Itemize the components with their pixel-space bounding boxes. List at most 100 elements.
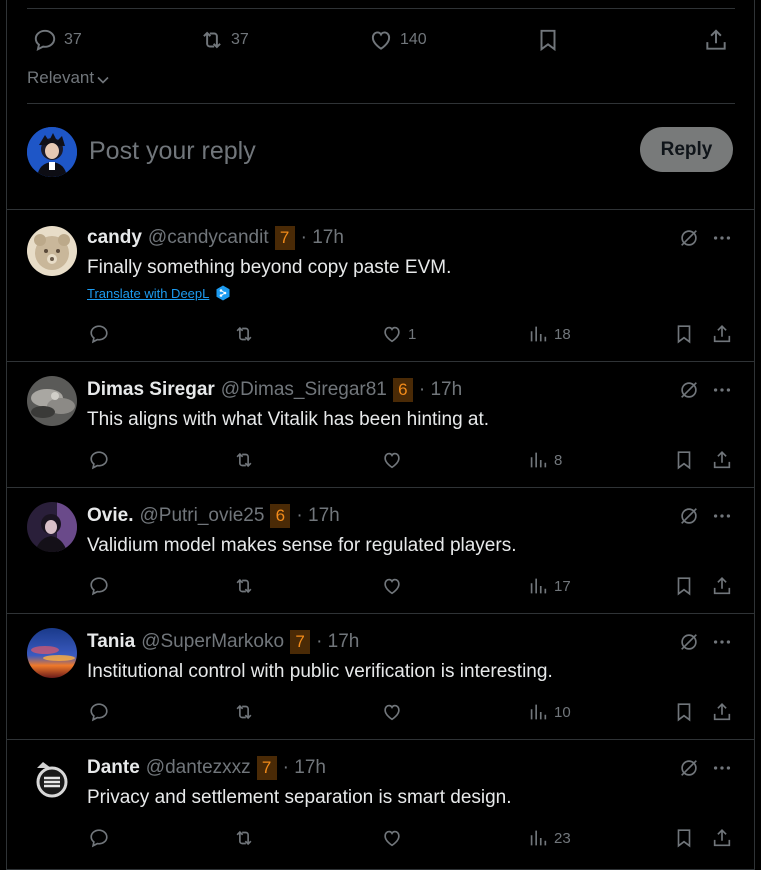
retweet-action[interactable] (233, 699, 255, 725)
retweet-action[interactable] (233, 447, 255, 473)
avatar[interactable] (27, 628, 77, 678)
more-options-icon[interactable] (711, 379, 733, 401)
reply-input[interactable] (89, 133, 609, 169)
more-options-icon[interactable] (711, 505, 733, 527)
like-action[interactable] (381, 573, 408, 599)
bookmark-action[interactable] (673, 321, 695, 347)
reply-text: Finally something beyond copy paste EVM. (87, 257, 452, 278)
reply-item[interactable]: Tania @SuperMarkoko 7 · 17h Institutiona… (6, 614, 755, 740)
retweet-action[interactable] (233, 573, 255, 599)
views-action[interactable]: 23 (527, 825, 571, 851)
share-icon (713, 577, 731, 595)
reply-action-bar: 23 (87, 825, 735, 851)
view-count: 18 (554, 325, 571, 343)
views-action[interactable]: 18 (527, 321, 571, 347)
reply-header: Dimas Siregar @Dimas_Siregar81 6 · 17h (87, 378, 462, 402)
share-action[interactable] (711, 573, 733, 599)
retweet-action[interactable] (233, 825, 255, 851)
user-handle[interactable]: @candycandit (148, 227, 269, 249)
reply-action[interactable] (88, 321, 110, 347)
retweet-icon (236, 326, 252, 342)
display-name[interactable]: Dimas Siregar (87, 379, 215, 401)
timestamp[interactable]: · 17h (296, 505, 339, 527)
timestamp[interactable]: · 17h (419, 379, 462, 401)
avatar[interactable] (27, 502, 77, 552)
reply-item[interactable]: Ovie. @Putri_ovie25 6 · 17h Validium mod… (6, 488, 755, 614)
retweet-action[interactable] (233, 321, 255, 347)
display-name[interactable]: Ovie. (87, 505, 133, 527)
reply-icon (90, 577, 108, 596)
like-action[interactable]: 140 (368, 24, 427, 56)
views-action[interactable]: 17 (527, 573, 571, 599)
like-action[interactable] (381, 825, 408, 851)
avatar[interactable] (27, 754, 77, 804)
bookmark-action[interactable] (535, 24, 561, 56)
reply-text: Privacy and settlement separation is sma… (87, 787, 512, 808)
views-action[interactable]: 10 (527, 699, 571, 725)
user-handle[interactable]: @Putri_ovie25 (139, 505, 264, 527)
like-action[interactable]: 1 (381, 321, 416, 347)
reply-button[interactable]: Reply (640, 127, 733, 172)
bookmark-action[interactable] (673, 699, 695, 725)
display-name[interactable]: Dante (87, 757, 140, 779)
retweet-action[interactable]: 37 (199, 24, 249, 56)
display-name[interactable]: Tania (87, 631, 135, 653)
bookmark-action[interactable] (673, 447, 695, 473)
views-icon (530, 578, 547, 594)
like-action[interactable] (381, 699, 408, 725)
grok-icon[interactable] (678, 505, 700, 527)
grok-icon[interactable] (678, 631, 700, 653)
reply-header: Dante @dantezxxz 7 · 17h (87, 756, 326, 780)
tweet-action-bar: 37 37 140 (27, 24, 735, 56)
display-name[interactable]: candy (87, 227, 142, 249)
reply-item[interactable]: candy @candycandit 7 · 17h Finally somet… (6, 210, 755, 362)
avatar[interactable] (27, 226, 77, 276)
score-badge: 7 (256, 756, 277, 780)
grok-icon[interactable] (678, 227, 700, 249)
more-options-icon[interactable] (711, 227, 733, 249)
bookmark-action[interactable] (673, 825, 695, 851)
share-action[interactable] (703, 24, 729, 56)
more-options-icon[interactable] (711, 757, 733, 779)
reply-action[interactable] (88, 447, 110, 473)
timestamp[interactable]: · 17h (301, 227, 344, 249)
heart-icon (384, 830, 400, 847)
grok-icon[interactable] (678, 379, 700, 401)
grok-icon[interactable] (678, 757, 700, 779)
timestamp[interactable]: · 17h (316, 631, 359, 653)
sort-dropdown[interactable]: Relevant (27, 68, 110, 88)
reply-icon (90, 325, 108, 344)
retweet-icon (236, 452, 252, 468)
reply-action-bar: 8 (87, 447, 735, 473)
reply-action[interactable] (88, 573, 110, 599)
bookmark-icon (677, 325, 691, 344)
timestamp[interactable]: · 17h (283, 757, 326, 779)
share-action[interactable] (711, 447, 733, 473)
avatar[interactable] (27, 376, 77, 426)
bookmark-icon (677, 829, 691, 848)
view-count: 17 (554, 577, 571, 595)
reply-icon (90, 703, 108, 722)
avatar[interactable] (27, 127, 77, 177)
share-action[interactable] (711, 699, 733, 725)
views-action[interactable]: 8 (527, 447, 562, 473)
user-handle[interactable]: @dantezxxz (146, 757, 251, 779)
translate-link[interactable]: Translate with DeepL (87, 285, 231, 301)
share-icon (713, 703, 731, 721)
share-action[interactable] (711, 825, 733, 851)
reply-action[interactable]: 37 (32, 24, 82, 56)
bookmark-action[interactable] (673, 573, 695, 599)
reply-action[interactable] (88, 699, 110, 725)
score-badge: 7 (274, 226, 295, 250)
bookmark-icon (677, 703, 691, 722)
user-handle[interactable]: @SuperMarkoko (141, 631, 284, 653)
retweet-icon (236, 578, 252, 594)
more-options-icon[interactable] (711, 631, 733, 653)
user-handle[interactable]: @Dimas_Siregar81 (221, 379, 387, 401)
like-action[interactable] (381, 447, 408, 473)
share-action[interactable] (711, 321, 733, 347)
reply-item[interactable]: Dante @dantezxxz 7 · 17h Privacy and set… (6, 740, 755, 870)
reply-header: candy @candycandit 7 · 17h (87, 226, 344, 250)
reply-action[interactable] (88, 825, 110, 851)
reply-item[interactable]: Dimas Siregar @Dimas_Siregar81 6 · 17h T… (6, 362, 755, 488)
